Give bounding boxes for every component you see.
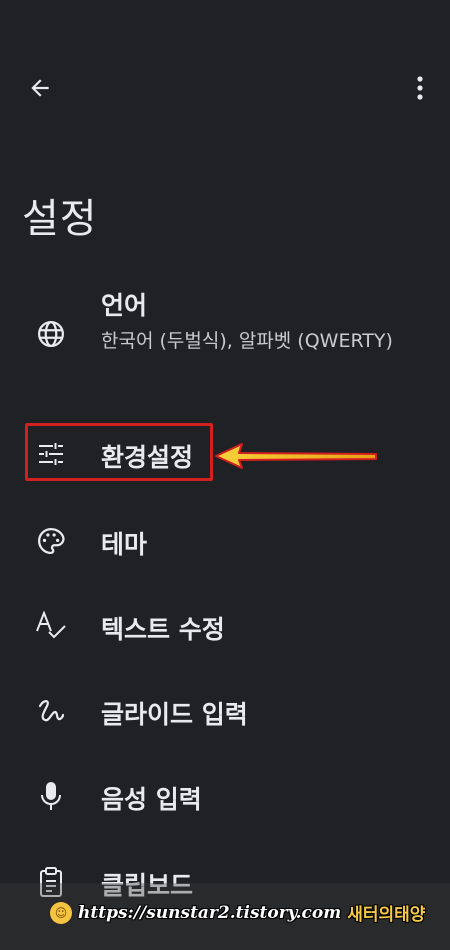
settings-item-title: 음성 입력 — [101, 785, 202, 814]
settings-item-title: 텍스트 수정 — [101, 615, 225, 644]
page-title: 설정 — [22, 196, 98, 242]
back-button[interactable] — [20, 72, 60, 104]
settings-item-voice-input[interactable]: 음성 입력 — [0, 770, 450, 822]
watermark-name: 새터의태양 — [347, 905, 426, 925]
watermark: ☺ https://sunstar2.tistory.com 새터의태양 — [50, 900, 425, 925]
arrow-back-icon — [27, 75, 53, 101]
settings-screen: 설정 언어 한국어 (두벌식), 알파벳 (QWERTY) 환경설정 테마 텍스… — [0, 0, 450, 950]
settings-item-title: 언어 — [101, 291, 148, 320]
settings-item-title: 테마 — [101, 530, 148, 559]
settings-item-text-correction[interactable]: 텍스트 수정 — [0, 600, 450, 652]
spellcheck-icon — [34, 609, 68, 643]
settings-item-theme[interactable]: 테마 — [0, 515, 450, 567]
smiley-icon: ☺ — [50, 901, 72, 924]
gesture-icon — [34, 694, 68, 728]
settings-item-title: 글라이드 입력 — [101, 700, 248, 729]
top-app-bar — [0, 62, 450, 114]
palette-icon — [34, 524, 68, 558]
watermark-url: https://sunstar2.tistory.com — [78, 902, 342, 923]
more-options-button[interactable] — [406, 72, 434, 104]
settings-item-summary: 한국어 (두벌식), 알파벳 (QWERTY) — [101, 330, 393, 352]
annotation-highlight-box — [25, 423, 213, 481]
more-vert-icon — [416, 75, 424, 101]
settings-item-language[interactable]: 언어 한국어 (두벌식), 알파벳 (QWERTY) — [0, 280, 450, 390]
microphone-icon — [34, 779, 68, 813]
settings-item-glide-typing[interactable]: 글라이드 입력 — [0, 685, 450, 737]
annotation-arrow — [212, 438, 380, 474]
globe-icon — [34, 317, 68, 351]
